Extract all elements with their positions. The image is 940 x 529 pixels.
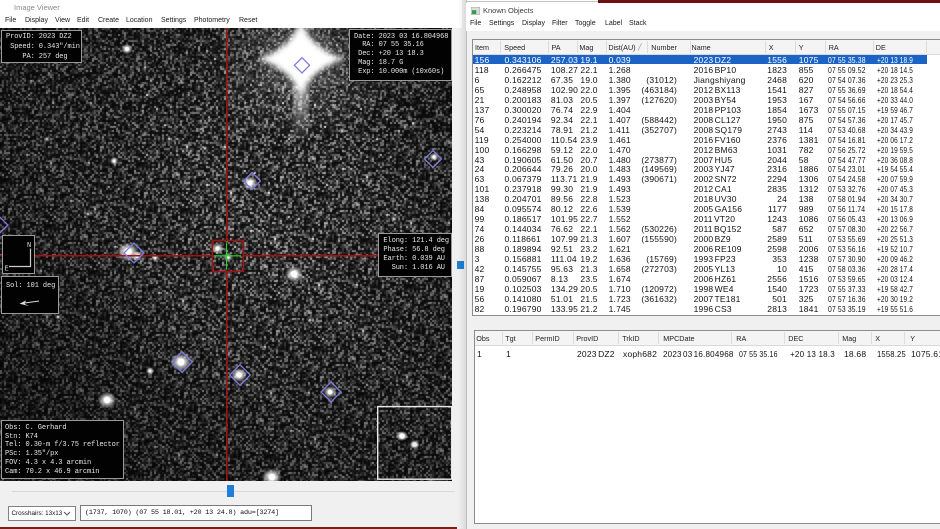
svg-text:E: E [4,266,8,274]
